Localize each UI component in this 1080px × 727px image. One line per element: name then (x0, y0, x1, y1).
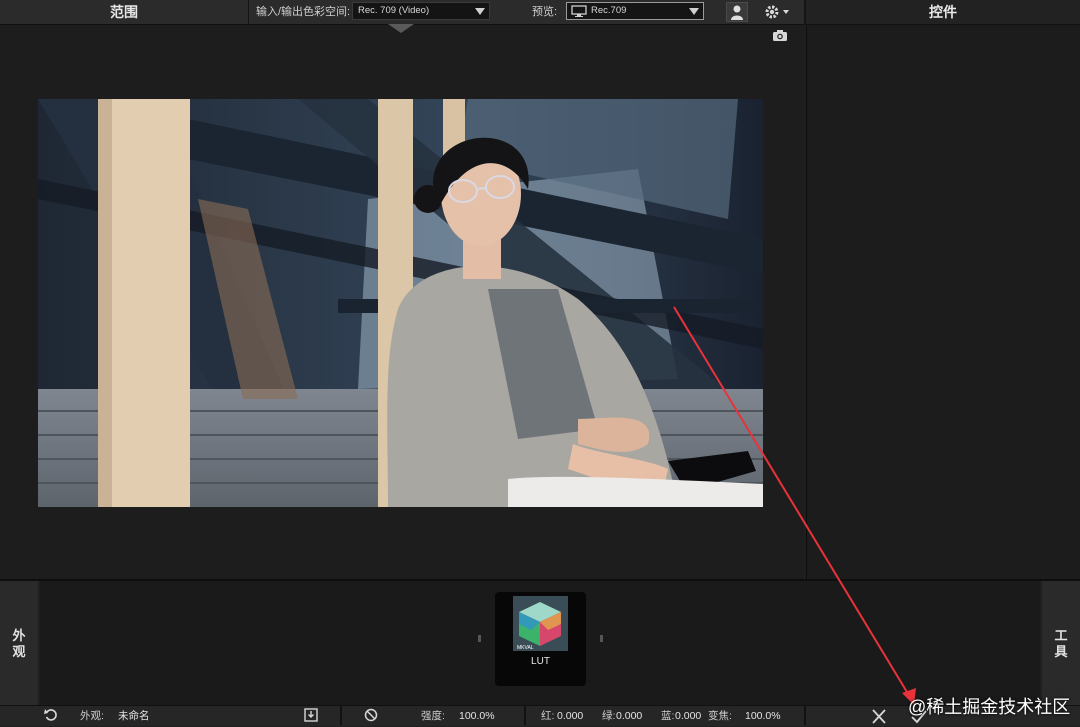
snapshot-button[interactable] (772, 29, 788, 41)
green-label: 绿: (602, 710, 616, 722)
preview-label: 预览: (532, 6, 558, 18)
chevron-down-icon (475, 8, 485, 15)
io-color-space-dropdown[interactable]: Rec. 709 (Video) (352, 2, 490, 20)
bypass-button[interactable] (364, 708, 378, 725)
camera-icon (773, 30, 787, 41)
toolbar-divider (248, 0, 249, 24)
controls-panel-title[interactable]: 控件 (806, 0, 1080, 24)
status-divider (804, 705, 806, 725)
status-divider (340, 705, 342, 725)
cancel-button[interactable] (871, 709, 887, 727)
green-value[interactable]: 0.000 (616, 705, 642, 727)
look-name-label: 外观: (80, 710, 104, 722)
collapse-arrow-icon[interactable] (388, 24, 414, 33)
preview-image (38, 99, 763, 507)
user-button[interactable] (726, 2, 748, 22)
looks-tab-label: 外观 (0, 628, 38, 660)
undo-icon (44, 709, 57, 721)
tools-tab-label: 工具 (1042, 628, 1080, 660)
lut-thumb-caption: MKVAL (517, 645, 534, 651)
strength-value[interactable]: 100.0% (459, 705, 495, 727)
transition-value[interactable]: 100.0% (745, 705, 781, 727)
tools-tab-text: 工具 (1054, 628, 1068, 659)
photo-illustration (38, 99, 763, 507)
red-value[interactable]: 0.000 (557, 705, 583, 727)
controls-panel (806, 25, 1080, 579)
bypass-icon (364, 708, 378, 722)
save-icon (304, 708, 318, 722)
reset-button[interactable] (44, 708, 58, 725)
io-color-space-value: Rec. 709 (Video) (358, 5, 430, 16)
io-color-space-label: 输入/输出色彩空间: (256, 6, 351, 18)
monitor-icon (571, 5, 587, 17)
lut-thumbnail: MKVAL (513, 596, 568, 651)
strip-scroll-marker (478, 635, 481, 642)
look-name-value: 未命名 (118, 710, 150, 722)
settings-menu-button[interactable] (758, 2, 794, 22)
lut-cube-icon: MKVAL (513, 596, 568, 651)
strip-scroll-marker (600, 635, 603, 642)
look-item-label: LUT (531, 656, 550, 667)
scopes-panel-title[interactable]: 范围 (0, 0, 248, 24)
user-icon (731, 5, 743, 20)
preview-color-space-dropdown[interactable]: Rec.709 (566, 2, 704, 20)
chevron-down-icon (689, 8, 699, 15)
close-icon (872, 709, 886, 724)
gear-icon (765, 5, 789, 19)
looks-tab-text: 外观 (12, 628, 26, 659)
watermark: @稀土掘金技术社区 (908, 697, 1071, 717)
red-label: 红: (541, 710, 555, 722)
strength-label: 强度: (421, 710, 445, 722)
blue-value[interactable]: 0.000 (675, 705, 701, 727)
preview-color-space-value: Rec.709 (591, 5, 627, 16)
blue-label: 蓝: (661, 710, 675, 722)
transition-label: 变焦: (708, 710, 732, 722)
status-divider (524, 705, 526, 725)
save-look-button[interactable] (304, 708, 318, 725)
